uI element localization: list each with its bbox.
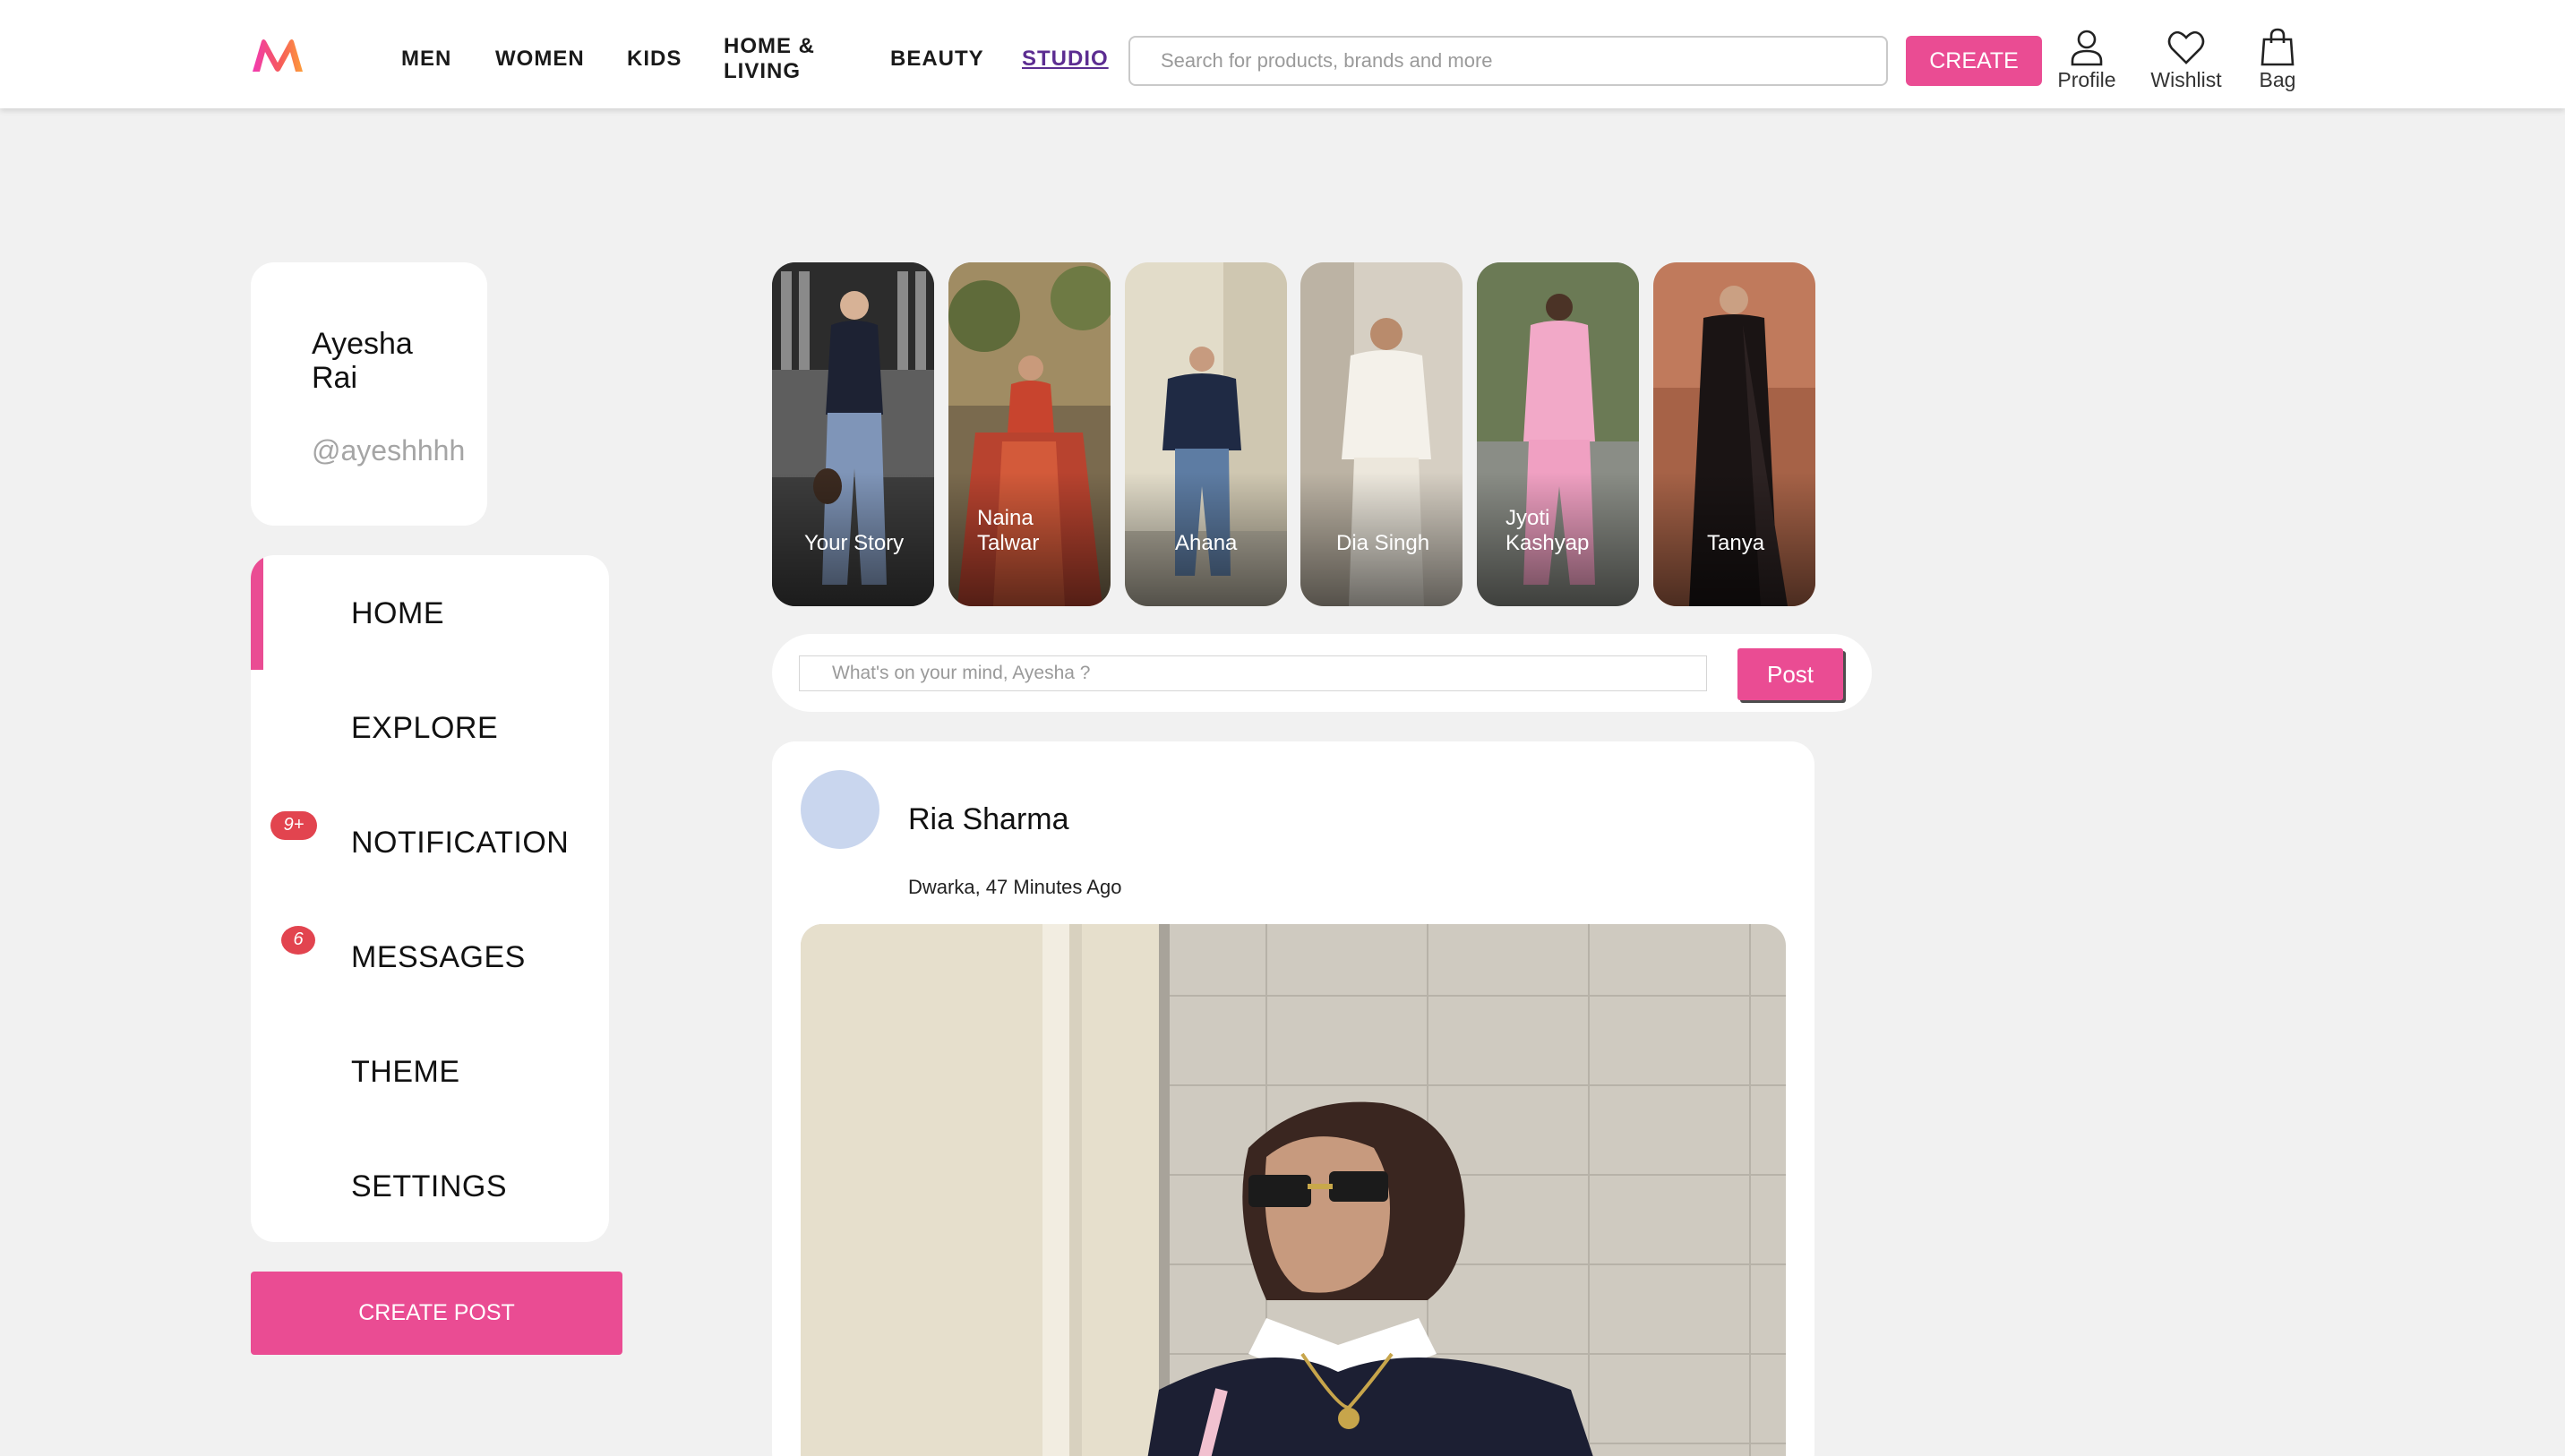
post-image[interactable] [801, 924, 1786, 1456]
active-indicator [251, 555, 263, 670]
nav-kids[interactable]: KIDS [627, 47, 682, 72]
story-card[interactable]: Ahana [1125, 262, 1287, 606]
profile-name: Ayesha Rai [312, 327, 413, 395]
menu-item-theme[interactable]: THEME [251, 1014, 609, 1128]
create-button[interactable]: CREATE [1906, 36, 2042, 86]
profile-card[interactable]: Ayesha Rai @ayeshhhh [251, 262, 487, 526]
story-card[interactable]: Dia Singh [1300, 262, 1463, 606]
profile-label: Profile [2057, 68, 2116, 91]
story-name: Jyoti Kashyap [1506, 506, 1590, 555]
post-meta: Dwarka, 47 Minutes Ago [908, 876, 1122, 898]
menu-item-notification[interactable]: 9+ NOTIFICATION [251, 784, 609, 899]
wishlist-label: Wishlist [2150, 68, 2222, 91]
nav-men[interactable]: MEN [401, 47, 451, 72]
wishlist-link[interactable]: Wishlist [2144, 29, 2228, 92]
bag-link[interactable]: Bag [2253, 27, 2302, 92]
menu-item-label: THEME [351, 1055, 460, 1089]
top-header: MEN WOMEN KIDS HOME & LIVING BEAUTY STUD… [0, 0, 2565, 108]
myntra-logo[interactable] [251, 36, 305, 75]
story-name: Dia Singh [1336, 531, 1430, 555]
menu-item-label: EXPLORE [351, 711, 499, 745]
search-input[interactable] [1128, 36, 1888, 86]
bag-label: Bag [2259, 68, 2296, 91]
side-menu: HOME EXPLORE 9+ NOTIFICATION 6 MESSAGES … [251, 555, 609, 1242]
story-name: Naina Talwar [977, 506, 1040, 555]
menu-item-home[interactable]: HOME [251, 555, 609, 670]
messages-badge: 6 [281, 926, 315, 955]
post-composer: Post [772, 634, 1872, 712]
story-name: Tanya [1707, 531, 1765, 555]
story-card[interactable]: Naina Talwar [948, 262, 1111, 606]
menu-item-label: HOME [351, 596, 444, 630]
menu-item-label: NOTIFICATION [351, 826, 570, 860]
profile-icon [2071, 30, 2103, 66]
menu-item-label: SETTINGS [351, 1169, 508, 1203]
menu-item-label: MESSAGES [351, 940, 526, 974]
feed-post: Ria Sharma Dwarka, 47 Minutes Ago [772, 741, 1814, 1456]
menu-item-messages[interactable]: 6 MESSAGES [251, 899, 609, 1014]
profile-link[interactable]: Profile [2051, 29, 2123, 92]
story-name: Ahana [1175, 531, 1238, 555]
story-name: Your Story [804, 531, 905, 555]
menu-item-settings[interactable]: SETTINGS [251, 1128, 609, 1242]
story-card[interactable]: Jyoti Kashyap [1477, 262, 1639, 606]
story-card[interactable]: Your Story [772, 262, 934, 606]
nav-beauty[interactable]: BEAUTY [890, 47, 984, 72]
nav-women[interactable]: WOMEN [495, 47, 585, 72]
bag-icon [2260, 28, 2295, 66]
nav-studio[interactable]: STUDIO [1022, 47, 1109, 72]
post-photo-graphic [801, 924, 1786, 1456]
nav-home-living[interactable]: HOME & LIVING [724, 34, 815, 84]
menu-item-explore[interactable]: EXPLORE [251, 670, 609, 784]
status-input[interactable] [799, 655, 1707, 691]
avatar[interactable] [801, 770, 879, 849]
create-post-button[interactable]: CREATE POST [251, 1272, 622, 1355]
profile-handle: @ayeshhhh [312, 434, 466, 467]
notification-badge: 9+ [270, 811, 317, 840]
post-button[interactable]: Post [1737, 648, 1843, 700]
heart-icon [2167, 30, 2205, 64]
post-author[interactable]: Ria Sharma [908, 802, 1069, 837]
story-card[interactable]: Tanya [1653, 262, 1815, 606]
